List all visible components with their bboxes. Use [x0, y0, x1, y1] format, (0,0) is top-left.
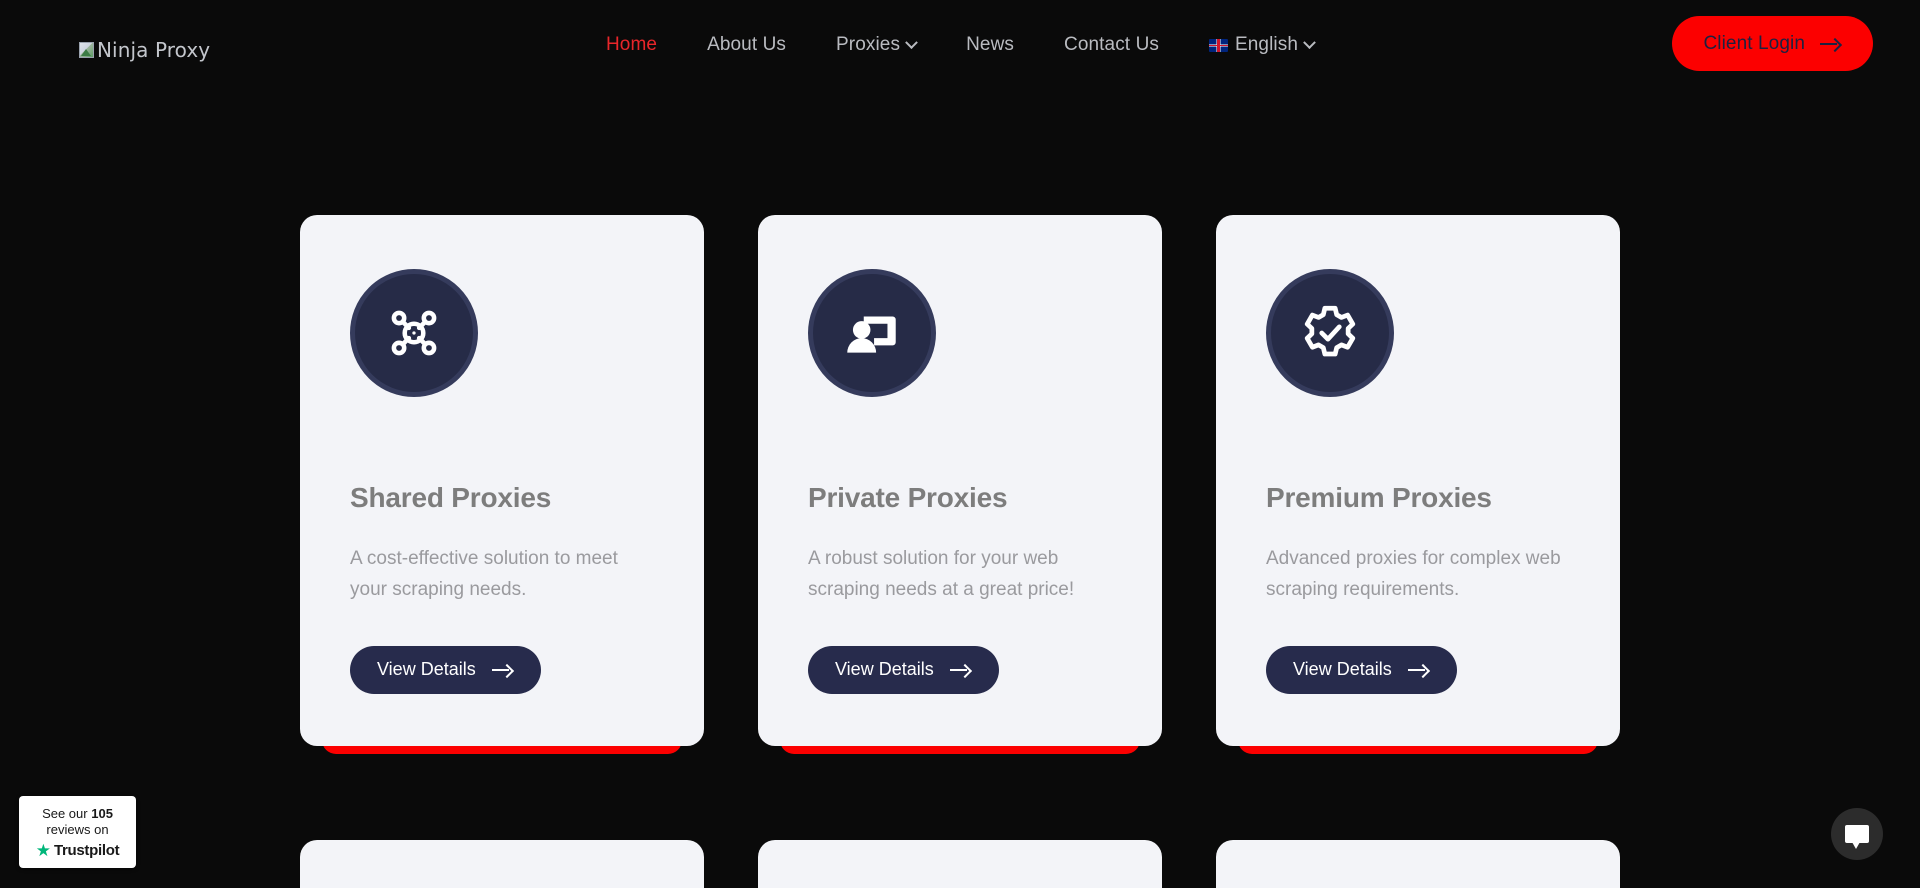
trustpilot-widget[interactable]: See our 105 reviews on ★ Trustpilot [19, 795, 136, 868]
view-details-label: View Details [1293, 659, 1392, 680]
chat-widget-button[interactable] [1831, 808, 1883, 860]
view-details-button[interactable]: View Details [1266, 645, 1457, 694]
card-description: A robust solution for your web scraping … [808, 548, 1075, 601]
trustpilot-star-icon: ★ [35, 841, 51, 860]
site-logo[interactable]: Ninja Proxy [79, 38, 210, 62]
card-description: Advanced proxies for complex web scrapin… [1266, 548, 1561, 601]
trustpilot-prefix: See our [42, 805, 88, 821]
chat-bubble-icon [1845, 825, 1869, 849]
chevron-down-icon [905, 35, 918, 49]
trustpilot-review-count: 105 [91, 805, 113, 821]
site-logo-alt-text: Ninja Proxy [97, 38, 211, 62]
card-description: A cost-effective solution to meet your s… [350, 548, 618, 601]
nav-item-about-us[interactable]: About Us [682, 34, 811, 56]
nav-item-label: News [966, 34, 1015, 55]
product-card-row2-1[interactable] [300, 839, 704, 888]
nav-item-label: Contact Us [1064, 34, 1159, 55]
arrow-right-icon [1407, 664, 1430, 676]
client-login-button[interactable]: Client Login [1672, 16, 1873, 71]
product-card-row2-3[interactable] [1216, 839, 1620, 888]
nav-item-label: English [1234, 34, 1299, 55]
card-title: Private Proxies [808, 482, 1008, 513]
nav-item-home[interactable]: Home [581, 34, 682, 56]
client-login-label: Client Login [1703, 32, 1805, 54]
gear-check-icon [1266, 269, 1394, 397]
broken-image-icon [79, 42, 94, 58]
product-card-premium-proxies[interactable]: Premium Proxies Advanced proxies for com… [1216, 215, 1620, 754]
product-card-shared-proxies[interactable]: Shared Proxies A cost-effective solution… [300, 215, 704, 754]
trustpilot-brand: ★ Trustpilot [27, 842, 128, 859]
view-details-button[interactable]: View Details [350, 645, 541, 694]
nav-item-proxies[interactable]: Proxies [811, 34, 941, 56]
site-header: Ninja Proxy Home About Us Proxies News C… [0, 0, 1920, 100]
nav-item-label: About Us [707, 34, 787, 55]
trustpilot-suffix: reviews on [46, 821, 109, 837]
network-nodes-icon [350, 269, 478, 397]
trustpilot-brand-name: Trustpilot [53, 842, 120, 859]
arrow-right-icon [949, 664, 972, 676]
view-details-label: View Details [377, 659, 476, 680]
nav-item-label: Proxies [836, 34, 901, 55]
arrow-right-icon [491, 664, 514, 676]
view-details-label: View Details [835, 659, 934, 680]
card-title: Shared Proxies [350, 482, 552, 513]
nav-item-label: Home [605, 34, 658, 55]
user-screen-icon [808, 269, 936, 397]
trustpilot-review-line: See our 105 [27, 806, 128, 822]
nav-item-news[interactable]: News [941, 34, 1039, 56]
view-details-button[interactable]: View Details [808, 645, 999, 694]
nav-item-contact-us[interactable]: Contact Us [1039, 34, 1184, 56]
card-title: Premium Proxies [1266, 482, 1492, 513]
uk-flag-icon [1208, 38, 1228, 52]
product-card-private-proxies[interactable]: Private Proxies A robust solution for yo… [758, 215, 1162, 754]
product-card-row2-2[interactable] [758, 839, 1162, 888]
proxy-products-grid: Shared Proxies A cost-effective solution… [300, 215, 1620, 888]
chevron-down-icon [1303, 35, 1316, 49]
nav-item-language-selector[interactable]: English [1184, 34, 1339, 56]
main-navigation: Home About Us Proxies News Contact Us En… [581, 34, 1339, 56]
arrow-right-icon [1820, 38, 1842, 50]
